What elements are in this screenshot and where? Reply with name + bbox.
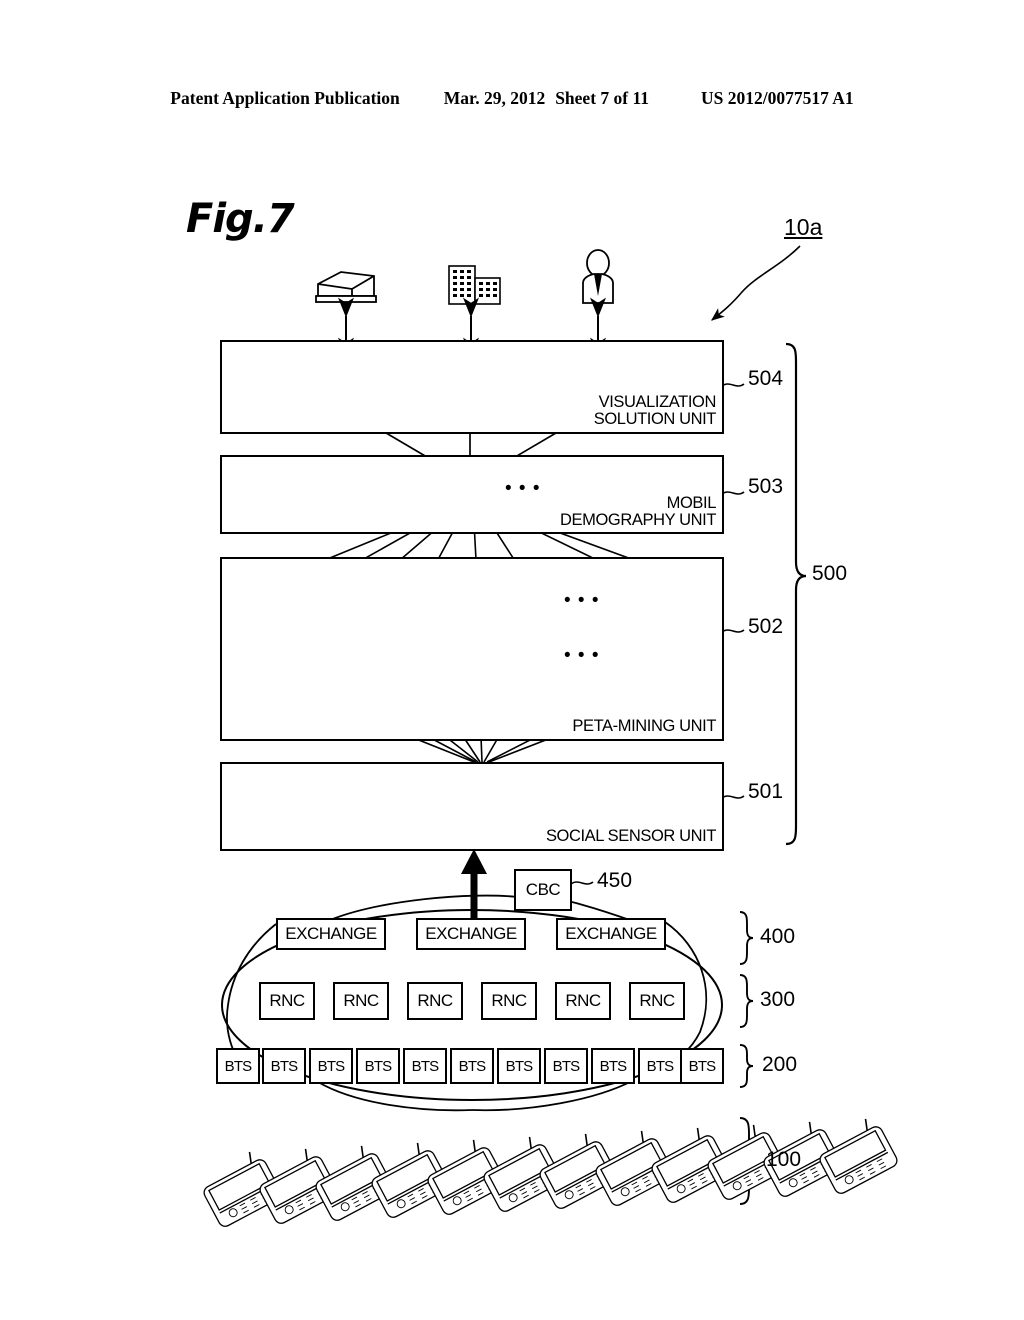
peta-mining-unit-caption: PETA-MINING UNIT (572, 717, 716, 735)
bts-box-5[interactable]: BTS (403, 1048, 447, 1084)
ref-502: 502 (748, 615, 784, 638)
bts-box-2[interactable]: BTS (262, 1048, 306, 1084)
peta-mining-ellipsis-row1: • • • (564, 590, 600, 611)
exchange-box-2[interactable]: EXCHANGE (416, 918, 526, 950)
cbc-box[interactable]: CBC (514, 869, 572, 911)
rnc-box-2[interactable]: RNC (333, 982, 389, 1020)
exchange-box-3[interactable]: EXCHANGE (556, 918, 666, 950)
mobil-demography-unit-layer: MOBIL DEMOGRAPHY UNIT (220, 455, 724, 534)
bts-box-9[interactable]: BTS (591, 1048, 635, 1084)
bts-box-10[interactable]: BTS (638, 1048, 682, 1084)
social-sensor-unit-caption: SOCIAL SENSOR UNIT (545, 827, 716, 845)
patent-figure-sheet: Patent Application Publication Mar. 29, … (0, 0, 1024, 1320)
bts-box-3[interactable]: BTS (309, 1048, 353, 1084)
ref-400-exchange: 400 (760, 925, 796, 948)
rnc-box-5[interactable]: RNC (555, 982, 611, 1020)
ref-200-bts: 200 (762, 1053, 798, 1076)
social-sensor-unit-layer: SOCIAL SENSOR UNIT (220, 762, 724, 851)
ref-500-platform: 500 (812, 562, 848, 585)
ref-100-terminals: 100 (766, 1148, 802, 1171)
peta-mining-ellipsis-row2: • • • (564, 645, 600, 666)
ref-503: 503 (748, 475, 784, 498)
ref-501: 501 (748, 780, 784, 803)
bts-box-6[interactable]: BTS (450, 1048, 494, 1084)
office-building-icon (448, 265, 501, 305)
demography-ellipsis: • • • (505, 478, 541, 499)
visualization-solution-unit-layer: VISUALIZATION SOLUTION UNIT (220, 340, 724, 434)
rnc-box-3[interactable]: RNC (407, 982, 463, 1020)
bts-box-1[interactable]: BTS (216, 1048, 260, 1084)
rnc-box-1[interactable]: RNC (259, 982, 315, 1020)
rnc-box-6[interactable]: RNC (629, 982, 685, 1020)
bts-box-7[interactable]: BTS (497, 1048, 541, 1084)
ref-504: 504 (748, 367, 784, 390)
person-icon (582, 249, 614, 304)
exchange-box-1[interactable]: EXCHANGE (276, 918, 386, 950)
peta-mining-unit-layer: PETA-MINING UNIT (220, 557, 724, 741)
bts-box-11[interactable]: BTS (680, 1048, 724, 1084)
rnc-box-4[interactable]: RNC (481, 982, 537, 1020)
ref-300-rnc: 300 (760, 988, 796, 1011)
ref-450-cbc: 450 (597, 869, 633, 892)
hall-icon (315, 271, 377, 303)
bts-box-4[interactable]: BTS (356, 1048, 400, 1084)
bts-box-8[interactable]: BTS (544, 1048, 588, 1084)
visualization-solution-unit-caption: VISUALIZATION SOLUTION UNIT (593, 393, 717, 428)
mobil-demography-unit-caption: MOBIL DEMOGRAPHY UNIT (560, 494, 716, 529)
